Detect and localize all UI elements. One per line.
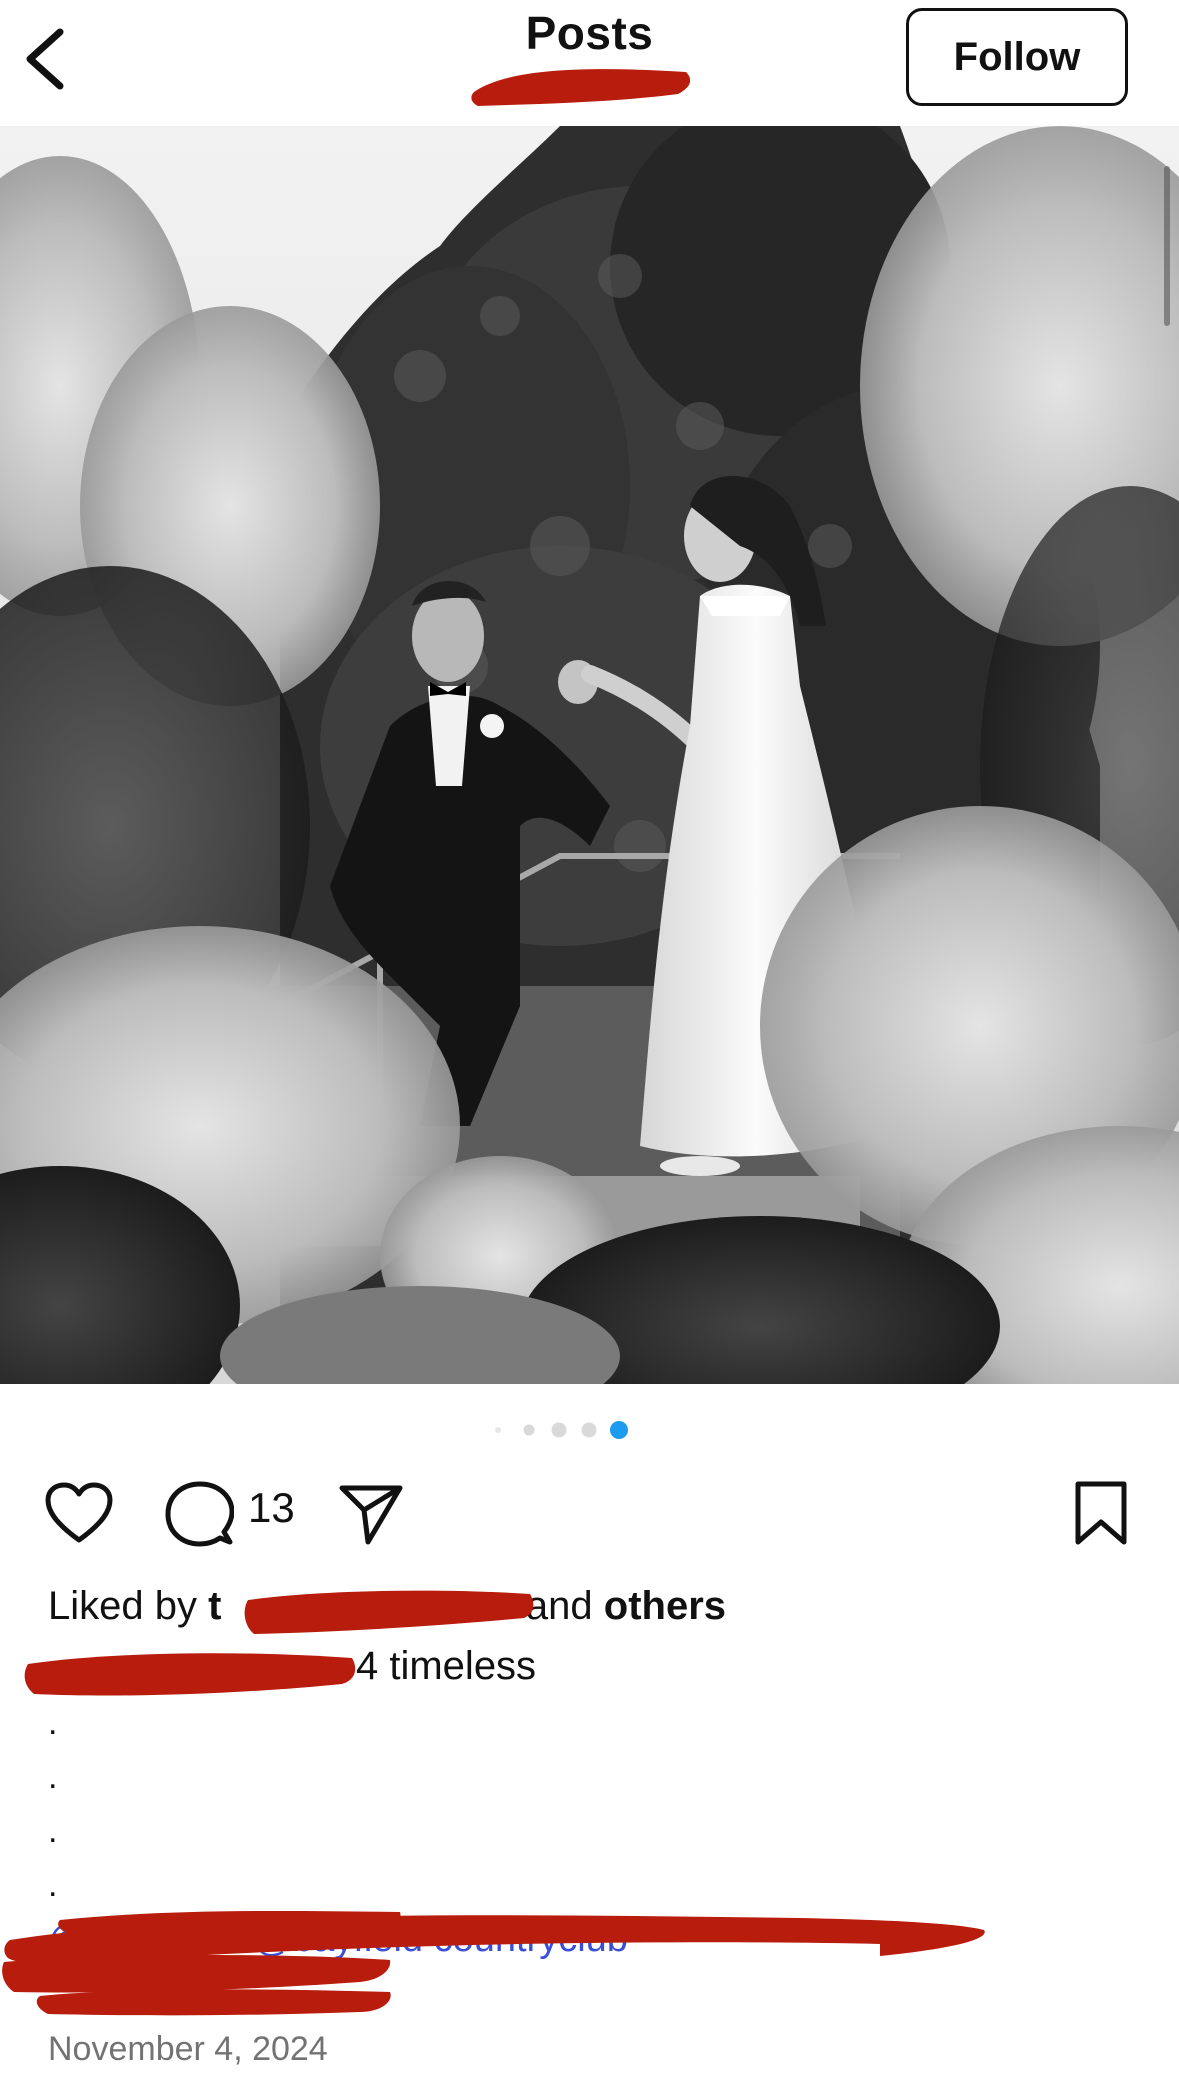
caption-dot: . [48,1758,58,1796]
redaction-mark [24,1653,356,1696]
liked-by-prefix: Liked by [48,1584,197,1628]
share-icon[interactable] [338,1482,404,1546]
carousel-indicator[interactable] [0,1418,1179,1442]
carousel-dot-active [610,1421,628,1439]
redaction-mark [471,69,691,106]
comment-icon[interactable] [164,1480,234,1550]
post-photo[interactable] [0,126,1179,1384]
heart-icon[interactable] [44,1482,114,1546]
wedding-photo-image [0,126,1179,1384]
caption-text: 4 timeless [356,1644,537,1688]
redaction-mark [2,1910,985,2016]
post-date: November 4, 2024 [48,2030,328,2068]
carousel-dot [551,1422,567,1438]
comment-count[interactable]: 13 [248,1484,295,1532]
caption-dot: . [48,1812,58,1850]
liked-by-user-fragment[interactable]: t [208,1584,221,1628]
carousel-dot [581,1422,597,1438]
bookmark-icon[interactable] [1072,1480,1130,1546]
carousel-dot [523,1424,535,1436]
carousel-dot [495,1427,501,1433]
caption-dot: . [48,1704,58,1742]
action-bar [0,1470,1179,1550]
liked-by-others[interactable]: others [604,1584,726,1628]
redaction-mark [244,1590,534,1634]
top-bar: Posts Follow [0,0,1179,124]
follow-button[interactable]: Follow [906,8,1128,106]
